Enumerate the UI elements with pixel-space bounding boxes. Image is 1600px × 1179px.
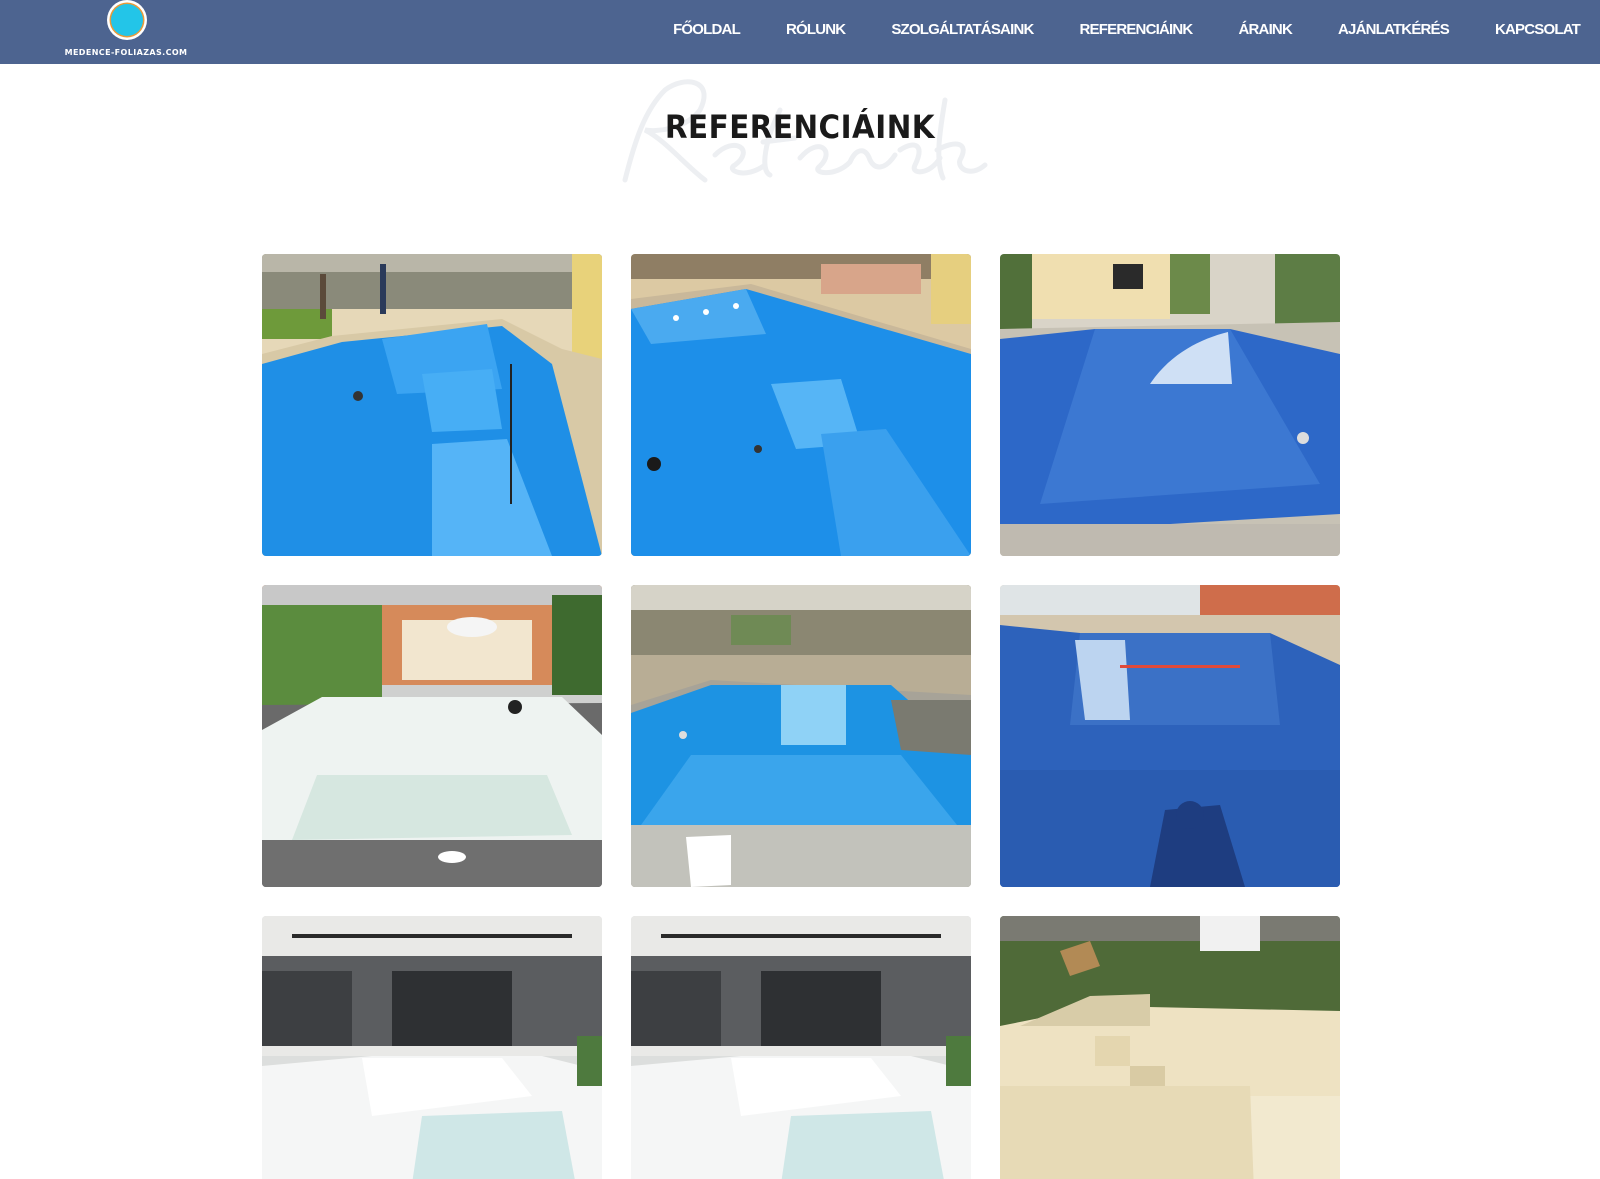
- pool-photo-image: [631, 585, 971, 887]
- gallery-photo[interactable]: [631, 916, 971, 1179]
- site-header: MEDENCE-FOLIAZAS.COM FŐOLDAL RÓLUNK SZOL…: [0, 0, 1600, 64]
- logo-circle-icon: [107, 0, 147, 40]
- gallery-photo[interactable]: [1000, 585, 1340, 887]
- gallery-photo[interactable]: [631, 254, 971, 556]
- pool-photo-image: [1000, 254, 1340, 556]
- site-logo[interactable]: MEDENCE-FOLIAZAS.COM: [64, 0, 188, 62]
- nav-item-referenciaink[interactable]: REFERENCIÁINK: [1080, 21, 1194, 38]
- page-title: REFERENCIÁINK: [664, 108, 936, 146]
- pool-photo-image: [1000, 916, 1340, 1179]
- gallery-photo[interactable]: [262, 254, 602, 556]
- pool-photo-image: [631, 254, 971, 556]
- gallery-photo[interactable]: [631, 585, 971, 887]
- nav-item-kapcsolat[interactable]: KAPCSOLAT: [1495, 21, 1581, 38]
- pool-photo-image: [262, 916, 602, 1179]
- pool-photo-image: [631, 916, 971, 1179]
- gallery-photo[interactable]: [1000, 254, 1340, 556]
- gallery-photo[interactable]: [262, 916, 602, 1179]
- reference-gallery: [262, 254, 1341, 1179]
- nav-item-szolgaltatasaink[interactable]: SZOLGÁLTATÁSAINK: [891, 21, 1034, 38]
- nav-item-fooldal[interactable]: FŐOLDAL: [673, 21, 741, 38]
- pool-photo-image: [262, 254, 602, 556]
- main-nav: FŐOLDAL RÓLUNK SZOLGÁLTATÁSAINK REFERENC…: [627, 0, 1581, 58]
- pool-photo-image: [262, 585, 602, 887]
- pool-photo-image: [1000, 585, 1340, 887]
- gallery-photo[interactable]: [1000, 916, 1340, 1179]
- nav-item-araink[interactable]: ÁRAINK: [1238, 21, 1292, 38]
- nav-item-ajanlatkeres[interactable]: AJÁNLATKÉRÉS: [1338, 21, 1450, 38]
- gallery-photo[interactable]: [262, 585, 602, 887]
- nav-item-rolunk[interactable]: RÓLUNK: [786, 21, 846, 38]
- logo-text: MEDENCE-FOLIAZAS.COM: [64, 48, 188, 57]
